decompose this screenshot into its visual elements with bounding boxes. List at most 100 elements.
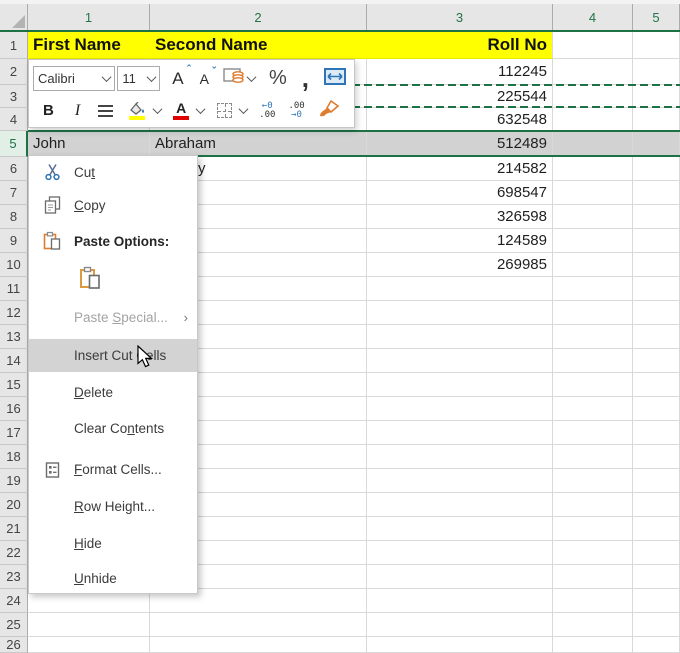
cell-r19-c4[interactable] [553,469,633,493]
decrease-decimal-button[interactable]: .00 →0 [284,97,308,125]
cell-r23-c3[interactable] [367,565,553,589]
row-header-26[interactable]: 26 [0,637,28,653]
cell-r20-c5[interactable] [633,493,680,517]
cell-r18-c5[interactable] [633,445,680,469]
cell-r4-c4[interactable] [553,108,633,131]
column-header-2[interactable]: 2 [150,4,367,30]
cell-r26-c4[interactable] [553,637,633,653]
row-header-16[interactable]: 16 [0,397,28,421]
cell-r7-c3[interactable]: 698547 [367,181,553,205]
row-header-1[interactable]: 1 [0,32,28,59]
cell-r25-c1[interactable] [28,613,150,637]
cell-r12-c4[interactable] [553,301,633,325]
borders-button[interactable] [213,97,236,125]
menu-item-paste-button[interactable] [29,259,197,299]
row-header-5[interactable]: 5 [0,131,28,157]
row-header-9[interactable]: 9 [0,229,28,253]
cell-r2-c3[interactable]: 112245 [367,59,553,85]
accounting-format-button[interactable] [219,65,259,93]
cell-r22-c4[interactable] [553,541,633,565]
percent-style-button[interactable]: % [265,65,291,93]
row-header-15[interactable]: 15 [0,373,28,397]
cell-r6-c3[interactable]: 214582 [367,157,553,181]
cell-r1-c1[interactable]: First Name [28,32,150,59]
cell-r5-c2[interactable]: Abraham [150,131,367,157]
cell-r9-c4[interactable] [553,229,633,253]
cell-r24-c5[interactable] [633,589,680,613]
cell-r12-c3[interactable] [367,301,553,325]
decrease-font-size-button[interactable]: Aˇ [196,65,213,93]
cell-r26-c2[interactable] [150,637,367,653]
select-all-button[interactable] [0,4,28,30]
cell-r24-c4[interactable] [553,589,633,613]
cell-r4-c5[interactable] [633,108,680,131]
cell-r24-c3[interactable] [367,589,553,613]
cell-r20-c3[interactable] [367,493,553,517]
fill-color-button[interactable] [124,97,150,125]
cell-r7-c5[interactable] [633,181,680,205]
menu-item-unhide[interactable]: Unhide [29,561,197,595]
cell-r13-c4[interactable] [553,325,633,349]
cell-r14-c3[interactable] [367,349,553,373]
row-header-23[interactable]: 23 [0,565,28,589]
cell-r6-c5[interactable] [633,157,680,181]
chevron-down-icon[interactable] [196,104,206,114]
cell-r17-c3[interactable] [367,421,553,445]
row-header-13[interactable]: 13 [0,325,28,349]
merge-center-button[interactable] [320,65,350,93]
cell-r26-c1[interactable] [28,637,150,653]
chevron-down-icon[interactable] [153,104,163,114]
menu-item-delete[interactable]: Delete [29,374,197,410]
cell-r10-c5[interactable] [633,253,680,277]
row-header-20[interactable]: 20 [0,493,28,517]
column-header-3[interactable]: 3 [367,4,553,30]
cell-r14-c4[interactable] [553,349,633,373]
row-header-8[interactable]: 8 [0,205,28,229]
row-header-22[interactable]: 22 [0,541,28,565]
cell-r25-c3[interactable] [367,613,553,637]
cell-r6-c4[interactable] [553,157,633,181]
cell-r9-c5[interactable] [633,229,680,253]
cell-r26-c5[interactable] [633,637,680,653]
cell-r10-c4[interactable] [553,253,633,277]
cell-r1-c2[interactable]: Second Name [150,32,367,59]
row-header-18[interactable]: 18 [0,445,28,469]
font-size-select[interactable]: 11 [117,66,160,91]
row-header-17[interactable]: 17 [0,421,28,445]
row-header-11[interactable]: 11 [0,277,28,301]
menu-item-insert-cut-cells[interactable]: Insert Cut Cells [29,339,197,372]
cell-r1-c5[interactable] [633,32,680,59]
comma-style-button[interactable]: , [298,65,313,93]
cell-r12-c5[interactable] [633,301,680,325]
bold-button[interactable]: B [39,97,58,125]
column-header-1[interactable]: 1 [28,4,150,30]
cell-r2-c5[interactable] [633,59,680,85]
cell-r14-c5[interactable] [633,349,680,373]
row-header-7[interactable]: 7 [0,181,28,205]
increase-decimal-button[interactable]: ←0 .00 [255,97,279,125]
row-header-4[interactable]: 4 [0,108,28,131]
row-header-24[interactable]: 24 [0,589,28,613]
cell-r8-c3[interactable]: 326598 [367,205,553,229]
cell-r3-c4[interactable] [553,85,633,108]
row-header-10[interactable]: 10 [0,253,28,277]
cell-r16-c5[interactable] [633,397,680,421]
cell-r8-c4[interactable] [553,205,633,229]
cell-r18-c3[interactable] [367,445,553,469]
cell-r7-c4[interactable] [553,181,633,205]
cell-r4-c3[interactable]: 632548 [367,108,553,131]
cell-r19-c5[interactable] [633,469,680,493]
cell-r26-c3[interactable] [367,637,553,653]
column-header-5[interactable]: 5 [633,4,680,30]
row-header-21[interactable]: 21 [0,517,28,541]
center-align-button[interactable] [94,97,117,125]
menu-item-format-cells[interactable]: Format Cells... [29,451,197,488]
cell-r11-c5[interactable] [633,277,680,301]
cell-r3-c5[interactable] [633,85,680,108]
cell-r3-c3[interactable]: 225544 [367,85,553,108]
cell-r25-c2[interactable] [150,613,367,637]
cell-r15-c3[interactable] [367,373,553,397]
cell-r19-c3[interactable] [367,469,553,493]
cell-r15-c5[interactable] [633,373,680,397]
cell-r18-c4[interactable] [553,445,633,469]
